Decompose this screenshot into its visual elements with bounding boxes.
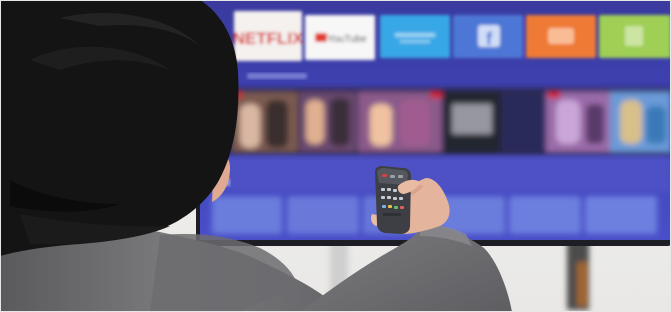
photo: NETFLIX YouTube f xyxy=(0,0,671,312)
youtube-icon xyxy=(315,33,327,42)
content-thumbnails xyxy=(228,88,671,156)
photo-scene: NETFLIX YouTube f xyxy=(0,0,671,312)
row-heading-blur xyxy=(247,73,307,79)
netflix-logo: NETFLIX xyxy=(233,29,304,48)
youtube-logo: YouTube xyxy=(327,34,367,45)
svg-text:f: f xyxy=(486,29,493,49)
